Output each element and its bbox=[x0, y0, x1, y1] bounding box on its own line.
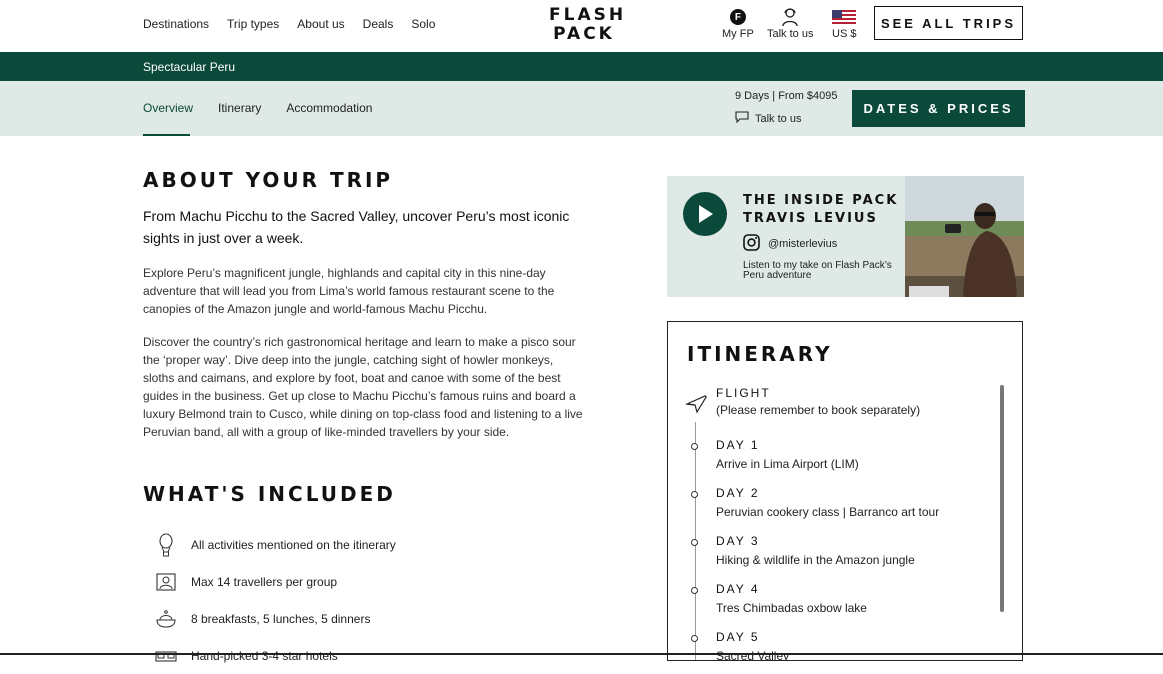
list-item: 8 breakfasts, 5 lunches, 5 dinners bbox=[153, 600, 396, 637]
trip-title-bar: Spectacular Peru bbox=[0, 52, 1163, 81]
timeline-dot bbox=[691, 587, 698, 594]
person-headset-icon bbox=[780, 8, 800, 27]
included-label: Hand-picked 3-4 star hotels bbox=[191, 648, 338, 663]
day-title: DAY 1 bbox=[716, 438, 760, 452]
talk-to-us-subnav-label: Talk to us bbox=[755, 112, 802, 125]
trip-tabs: Overview Itinerary Accommodation bbox=[143, 101, 372, 136]
day-description: Tres Chimbadas oxbow lake bbox=[716, 601, 867, 615]
us-flag-icon bbox=[832, 8, 857, 26]
chat-bubble-icon bbox=[735, 111, 749, 126]
list-item: All activities mentioned on the itinerar… bbox=[153, 526, 396, 563]
day-title: DAY 5 bbox=[716, 630, 760, 644]
trip-title: Spectacular Peru bbox=[143, 60, 236, 74]
day-title: DAY 4 bbox=[716, 582, 760, 596]
about-heading: ABOUT YOUR TRIP bbox=[143, 168, 394, 192]
itinerary-flight: FLIGHT (Please remember to book separate… bbox=[716, 386, 920, 417]
day-description: Peruvian cookery class | Barranco art to… bbox=[716, 505, 940, 519]
about-lead: From Machu Picchu to the Sacred Valley, … bbox=[143, 208, 570, 246]
flight-note: (Please remember to book separately) bbox=[716, 403, 921, 417]
podcast-host-photo bbox=[905, 176, 1024, 297]
bed-icon bbox=[153, 644, 179, 668]
podcast-title: THE INSIDE PACK TRAVIS LEVIUS bbox=[743, 192, 898, 228]
instagram-icon bbox=[743, 234, 760, 254]
nav-destinations[interactable]: Destinations bbox=[143, 17, 209, 31]
fp-icon: F bbox=[729, 9, 746, 25]
play-icon bbox=[699, 205, 713, 223]
main-nav: Destinations Trip types About us Deals S… bbox=[143, 17, 435, 31]
timeline-dot bbox=[691, 443, 698, 450]
group-icon bbox=[153, 570, 179, 594]
talk-to-us-link[interactable]: Talk to us bbox=[767, 8, 813, 40]
itinerary-day[interactable]: DAY 4 Tres Chimbadas oxbow lake bbox=[716, 582, 867, 615]
currency-selector[interactable]: US $ bbox=[832, 8, 856, 40]
dates-prices-button[interactable]: DATES & PRICES bbox=[852, 90, 1025, 127]
site-header: Destinations Trip types About us Deals S… bbox=[0, 0, 1163, 52]
list-item: Max 14 travellers per group bbox=[153, 563, 396, 600]
included-label: All activities mentioned on the itinerar… bbox=[191, 537, 396, 552]
timeline-dot bbox=[691, 635, 698, 642]
trip-subnav: Overview Itinerary Accommodation 9 Days … bbox=[0, 81, 1163, 136]
itinerary-day[interactable]: DAY 1 Arrive in Lima Airport (LIM) bbox=[716, 438, 859, 471]
play-button[interactable] bbox=[683, 192, 727, 236]
included-label: Max 14 travellers per group bbox=[191, 574, 338, 589]
itinerary-panel: ITINERARY FLIGHT (Please remember to boo… bbox=[667, 321, 1023, 661]
tab-overview[interactable]: Overview bbox=[143, 101, 193, 136]
see-all-trips-button[interactable]: SEE ALL TRIPS bbox=[874, 6, 1023, 40]
nav-trip-types[interactable]: Trip types bbox=[227, 17, 279, 31]
timeline-dot bbox=[691, 491, 698, 498]
logo-line-1: FLASH bbox=[549, 5, 627, 25]
list-item: Hand-picked 3-4 star hotels bbox=[153, 637, 396, 674]
talk-to-us-subnav-link[interactable]: Talk to us bbox=[735, 111, 801, 126]
day-title: DAY 3 bbox=[716, 534, 760, 548]
podcast-title-line-1: THE INSIDE PACK bbox=[743, 193, 899, 208]
instagram-handle-link[interactable]: @misterlevius bbox=[743, 234, 837, 254]
airplane-icon bbox=[684, 392, 707, 419]
food-icon bbox=[153, 607, 179, 631]
day-title: DAY 2 bbox=[716, 486, 760, 500]
tab-itinerary[interactable]: Itinerary bbox=[218, 101, 261, 115]
itinerary-day[interactable]: DAY 5 Sacred Valley bbox=[716, 630, 790, 661]
logo-line-2: PACK bbox=[553, 24, 615, 44]
talk-to-us-label: Talk to us bbox=[767, 28, 814, 40]
my-fp-link[interactable]: F My FP bbox=[722, 8, 754, 40]
itinerary-scrollbar[interactable] bbox=[1000, 385, 1004, 612]
trip-summary: 9 Days | From $4095 bbox=[735, 90, 838, 102]
my-fp-label: My FP bbox=[722, 28, 754, 40]
hot-air-balloon-icon bbox=[153, 532, 179, 557]
included-heading: WHAT'S INCLUDED bbox=[143, 482, 396, 506]
about-paragraph-1: Explore Peru’s magnificent jungle, highl… bbox=[143, 266, 555, 316]
podcast-card[interactable]: THE INSIDE PACK TRAVIS LEVIUS @misterlev… bbox=[667, 176, 1024, 297]
nav-deals[interactable]: Deals bbox=[363, 17, 394, 31]
day-description: Hiking & wildlife in the Amazon jungle bbox=[716, 553, 915, 567]
itinerary-day[interactable]: DAY 2 Peruvian cookery class | Barranco … bbox=[716, 486, 939, 519]
logo[interactable]: FLASH PACK bbox=[549, 5, 627, 44]
flight-title: FLIGHT bbox=[716, 386, 771, 400]
timeline-dot bbox=[691, 539, 698, 546]
day-description: Arrive in Lima Airport (LIM) bbox=[716, 457, 859, 471]
currency-label: US $ bbox=[832, 28, 857, 40]
tab-accommodation[interactable]: Accommodation bbox=[286, 101, 372, 115]
itinerary-day[interactable]: DAY 3 Hiking & wildlife in the Amazon ju… bbox=[716, 534, 915, 567]
day-description: Sacred Valley bbox=[716, 649, 790, 661]
about-paragraph-2: Discover the country’s rich gastronomica… bbox=[143, 335, 583, 439]
nav-about-us[interactable]: About us bbox=[297, 17, 344, 31]
included-label: 8 breakfasts, 5 lunches, 5 dinners bbox=[191, 611, 371, 626]
itinerary-heading: ITINERARY bbox=[687, 342, 833, 366]
instagram-handle: @misterlevius bbox=[768, 238, 838, 250]
included-list: All activities mentioned on the itinerar… bbox=[153, 526, 396, 674]
podcast-title-line-2: TRAVIS LEVIUS bbox=[743, 211, 878, 226]
nav-solo[interactable]: Solo bbox=[411, 17, 435, 31]
podcast-description: Listen to my take on Flash Pack’s Peru a… bbox=[743, 260, 892, 281]
